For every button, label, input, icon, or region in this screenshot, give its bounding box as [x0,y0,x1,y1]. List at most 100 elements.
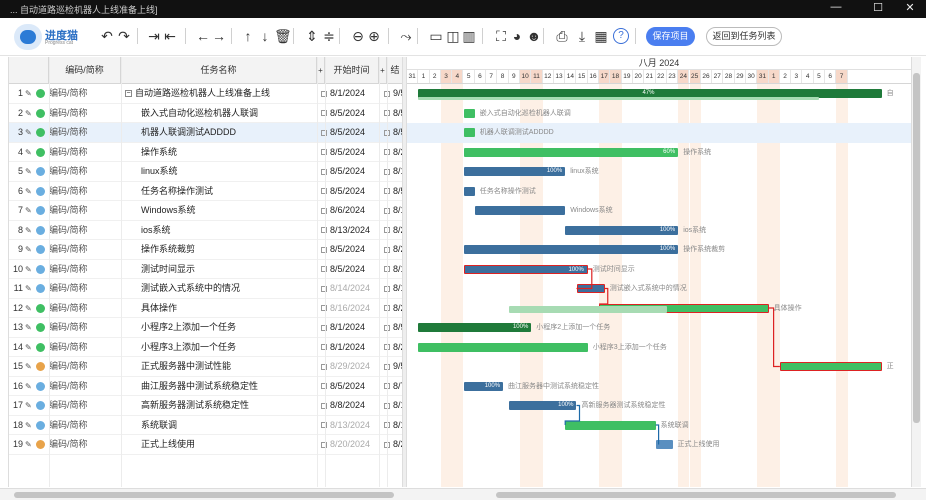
edit-pencil-icon[interactable]: ✎ [25,182,33,201]
grid-scroll-thumb[interactable] [14,492,394,498]
gantt-bar[interactable] [418,97,820,100]
edit-pencil-icon[interactable]: ✎ [25,84,33,103]
horizontal-scrollbar[interactable] [0,488,926,500]
edit-pencil-icon[interactable]: ✎ [25,260,33,279]
gantt-bar[interactable] [463,108,475,118]
close-button[interactable]: ✕ [892,1,926,17]
table-row[interactable]: 7✎ 编码/简称 Windows系统 8/6/2024 8/12 [9,201,402,221]
checkbox-icon[interactable] [321,246,327,253]
gantt-bar[interactable]: 100% [508,401,577,410]
edit-pencil-icon[interactable]: ✎ [25,435,33,454]
edit-pencil-icon[interactable]: ✎ [25,143,33,162]
palette-icon[interactable]: ◕ [509,27,525,45]
move-left-icon[interactable]: ← [195,27,211,45]
gantt-bar[interactable]: 100% [418,323,532,332]
header-start[interactable]: 开始时间 [325,57,379,84]
gantt-bar[interactable]: 60% [463,147,679,157]
table-row[interactable]: 4✎ 编码/简称 操作系统 8/5/2024 8/20 [9,143,402,162]
gantt-bar[interactable]: 100% [463,264,588,274]
table-row[interactable]: 1✎ 编码/简称 −自动道路巡检机器人上线准备上线 8/1/2024 9/5/ [9,84,402,104]
vertical-scrollbar[interactable] [911,57,921,487]
table-row[interactable]: 9✎ 编码/简称 操作系统裁剪 8/5/2024 8/20 [9,240,402,260]
task-name-cell[interactable]: 系统联调 [125,416,315,435]
header-add-column-2[interactable]: + [379,57,387,84]
checkbox-icon[interactable] [321,168,327,175]
task-name-cell[interactable]: ios系统 [125,221,315,240]
zoom-out-icon[interactable]: ⊖ [350,27,366,45]
task-name-cell[interactable]: 嵌入式自动化巡检机器人联调 [125,104,315,123]
checkbox-icon[interactable] [321,188,327,195]
checkbox-icon[interactable] [321,422,327,429]
gantt-bar[interactable] [565,420,656,430]
excel-icon[interactable]: ▦ [593,27,609,45]
checkbox-icon[interactable] [321,129,327,136]
start-date-cell[interactable]: 8/14/2024 [321,279,381,298]
indent-icon[interactable]: ⇥ [146,27,162,45]
table-row[interactable]: 3✎ 编码/简称 机器人联调测试ADDDD 8/5/2024 8/5/ [9,123,402,143]
table-row[interactable]: 12✎ 编码/简称 具体操作 8/16/2024 8/28 [9,299,402,318]
task-name-cell[interactable]: Windows系统 [125,201,315,220]
start-date-cell[interactable]: 8/1/2024 [321,318,381,337]
edit-pencil-icon[interactable]: ✎ [25,377,33,396]
task-name-cell[interactable]: 正式上线使用 [125,435,315,454]
edit-pencil-icon[interactable]: ✎ [25,162,33,181]
header-name[interactable]: 任务名称 [121,57,317,84]
zoom-in-icon[interactable]: ⊕ [366,27,382,45]
start-date-cell[interactable]: 8/5/2024 [321,260,381,279]
expand-icon[interactable]: ⇕ [304,27,320,45]
table-row[interactable]: 19✎ 编码/简称 正式上线使用 8/20/2024 8/20 [9,435,402,455]
task-name-cell[interactable]: 小程序2上添加一个任务 [125,318,315,337]
checkbox-icon[interactable] [321,402,327,409]
checkbox-icon[interactable] [321,305,327,312]
start-date-cell[interactable]: 8/13/2024 [321,221,381,240]
checkbox-icon[interactable] [321,110,327,117]
download-icon[interactable]: ⤓ [574,27,590,45]
start-date-cell[interactable]: 8/1/2024 [321,338,381,357]
move-up-icon[interactable]: ↑ [240,27,256,45]
gantt-bar[interactable] [779,362,882,371]
gantt-bar[interactable]: 100% [463,381,504,391]
move-right-icon[interactable]: → [211,27,227,45]
gantt-bar[interactable] [508,305,667,313]
layout-3-icon[interactable]: ▥ [461,27,477,45]
task-name-cell[interactable]: 测试嵌入式系统中的情况 [125,279,315,298]
task-name-cell[interactable]: 任务名称操作测试 [125,182,315,201]
delete-icon[interactable]: 🗑 [274,27,292,45]
checkbox-icon[interactable] [321,363,327,370]
gantt-bar[interactable] [474,206,566,215]
table-row[interactable]: 8✎ 编码/简称 ios系统 8/13/2024 8/20 [9,221,402,240]
checkbox-icon[interactable] [321,441,327,448]
task-name-cell[interactable]: 操作系统 [125,143,315,162]
start-date-cell[interactable]: 8/16/2024 [321,299,381,318]
task-name-cell[interactable]: 具体操作 [125,299,315,318]
task-name-cell[interactable]: 正式服务器中测试性能 [125,357,315,376]
task-name-cell[interactable]: 曲江服务器中测试系统稳定性 [125,377,315,396]
start-date-cell[interactable]: 8/5/2024 [321,162,381,181]
edit-pencil-icon[interactable]: ✎ [25,357,33,376]
vertical-scroll-thumb[interactable] [913,73,920,423]
users-icon[interactable]: ☻ [526,27,542,45]
task-name-cell[interactable]: 机器人联调测试ADDDD [125,123,315,142]
table-row[interactable]: 5✎ 编码/简称 linux系统 8/5/2024 8/12 [9,162,402,182]
start-date-cell[interactable]: 8/5/2024 [321,104,381,123]
edit-pencil-icon[interactable]: ✎ [25,240,33,259]
checkbox-icon[interactable] [321,227,327,234]
task-name-cell[interactable]: 小程序3上添加一个任务 [125,338,315,357]
checkbox-icon[interactable] [321,149,327,156]
table-row[interactable]: 18✎ 编码/简称 系统联调 8/13/2024 8/19 [9,416,402,435]
edit-pencil-icon[interactable]: ✎ [25,416,33,435]
table-row[interactable]: 17✎ 编码/简称 高新服务器测试系统稳定性 8/8/2024 8/12 [9,396,402,416]
gantt-bar[interactable]: 100% [565,225,679,235]
gantt-bar[interactable] [463,186,475,196]
table-row[interactable]: 6✎ 编码/简称 任务名称操作测试 8/5/2024 8/5/ [9,182,402,201]
checkbox-icon[interactable] [321,324,327,331]
edit-pencil-icon[interactable]: ✎ [25,201,33,220]
start-date-cell[interactable]: 8/5/2024 [321,143,381,162]
move-down-icon[interactable]: ↓ [257,27,273,45]
checkbox-icon[interactable] [321,90,327,97]
edit-pencil-icon[interactable]: ✎ [25,299,33,318]
link-icon[interactable]: ⤳ [398,27,414,45]
maximize-button[interactable]: ☐ [860,1,896,17]
undo-icon[interactable]: ↶ [99,27,115,45]
task-name-cell[interactable]: linux系统 [125,162,315,181]
